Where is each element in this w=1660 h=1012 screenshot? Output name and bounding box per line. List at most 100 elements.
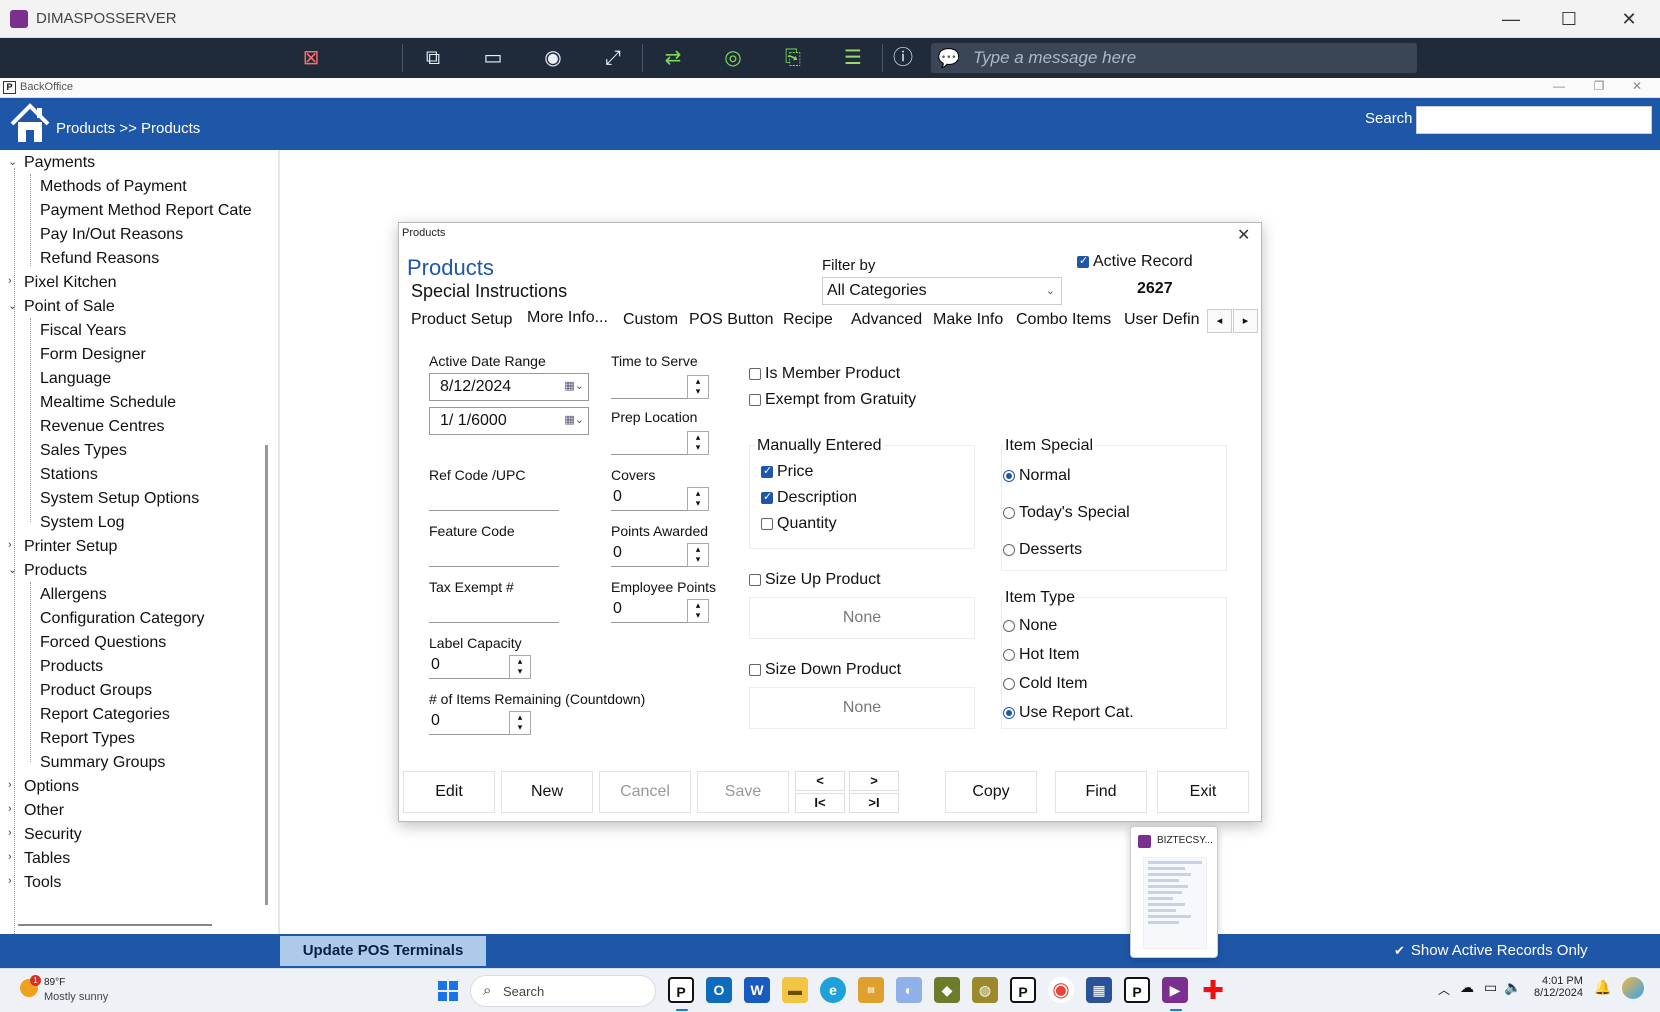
tree-node-other[interactable]: › Other <box>8 802 64 820</box>
file-explorer-icon[interactable]: ▬ <box>782 977 808 1003</box>
app-icon[interactable]: ◍ <box>972 977 998 1003</box>
employee-points-spinner[interactable]: ▴ ▾ <box>687 599 709 623</box>
copilot-icon[interactable] <box>1622 977 1644 999</box>
prep-location-input[interactable] <box>611 429 687 455</box>
tab-more-info[interactable]: More Info... <box>527 307 608 329</box>
previous-record-button[interactable]: < <box>795 771 845 791</box>
tree-node-printer-setup[interactable]: › Printer Setup <box>8 538 117 556</box>
tree-item[interactable]: Refund Reasons <box>40 250 159 268</box>
items-remaining-input[interactable]: 0 <box>429 709 509 735</box>
last-record-button[interactable]: >I <box>849 793 899 813</box>
file-transfer-icon[interactable]: ⎘ <box>780 45 806 71</box>
backoffice-restore-button[interactable]: ❐ <box>1584 79 1614 97</box>
maximize-button[interactable]: ☐ <box>1546 4 1592 34</box>
active-record-checkbox[interactable]: Active Record <box>1077 253 1193 271</box>
tree-node-payments[interactable]: ⌄ Payments <box>8 154 95 172</box>
tree-item[interactable]: Allergens <box>40 586 107 604</box>
radio-cold-item[interactable]: Cold Item <box>1003 675 1087 693</box>
items-remaining-spinner[interactable]: ▴ ▾ <box>509 711 531 735</box>
fullscreen-icon[interactable]: ⤢ <box>600 45 626 71</box>
tab-advanced[interactable]: Advanced <box>851 309 922 331</box>
minimize-button[interactable]: — <box>1488 4 1534 34</box>
disconnect-icon[interactable]: ⊠ <box>298 45 324 71</box>
pos-app-icon[interactable]: P <box>1010 977 1036 1003</box>
radio-normal[interactable]: Normal <box>1003 467 1071 485</box>
tab-custom[interactable]: Custom <box>623 309 678 331</box>
copy-button[interactable]: Copy <box>945 771 1037 813</box>
edit-button[interactable]: Edit <box>403 771 495 813</box>
calendar-dropdown-icon[interactable]: ▦⌄ <box>564 379 584 392</box>
windows-start-icon[interactable] <box>438 981 458 1001</box>
date-to-picker[interactable]: 1/ 1/6000 ▦⌄ <box>429 407 589 435</box>
tree-node-tools[interactable]: › Tools <box>8 874 61 892</box>
app-icon[interactable]: ✚ <box>1200 977 1226 1003</box>
size-down-product-select[interactable]: None <box>749 687 975 729</box>
tree-item[interactable]: System Setup Options <box>40 490 199 508</box>
employee-points-input[interactable]: 0 <box>611 597 687 623</box>
member-product-checkbox[interactable]: Is Member Product <box>749 365 900 383</box>
chevron-right-icon[interactable]: › <box>8 851 12 863</box>
tree-vertical-scrollbar[interactable] <box>265 445 268 905</box>
record-icon[interactable]: ◎ <box>720 45 746 71</box>
taskbar-clock[interactable]: 4:01 PM 8/12/2024 <box>1534 975 1583 999</box>
tree-item[interactable]: Payment Method Report Cate <box>40 202 252 220</box>
covers-input[interactable]: 0 <box>611 485 687 511</box>
tab-product-setup[interactable]: Product Setup <box>411 309 512 331</box>
tree-item[interactable]: Language <box>40 370 111 388</box>
first-record-button[interactable]: I< <box>795 793 845 813</box>
info-icon[interactable]: ⓘ <box>890 45 916 71</box>
date-from-picker[interactable]: 8/12/2024 ▦⌄ <box>429 373 589 401</box>
label-capacity-input[interactable]: 0 <box>429 653 509 679</box>
chat-icon[interactable]: 💬 <box>937 46 961 70</box>
prep-location-spinner[interactable]: ▴ ▾ <box>687 431 709 455</box>
app-icon[interactable]: ▤ <box>858 977 884 1003</box>
tree-item[interactable]: Configuration Category <box>40 610 205 628</box>
chevron-right-icon[interactable]: › <box>8 779 12 791</box>
chevron-right-icon[interactable]: › <box>8 803 12 815</box>
size-up-checkbox[interactable]: Size Up Product <box>749 571 881 589</box>
show-active-records-checkbox[interactable]: ✔ Show Active Records Only <box>1394 942 1588 959</box>
header-search-input[interactable] <box>1416 106 1652 134</box>
calendar-dropdown-icon[interactable]: ▦⌄ <box>564 413 584 426</box>
radio-desserts[interactable]: Desserts <box>1003 541 1082 559</box>
time-to-serve-input[interactable] <box>611 373 687 399</box>
tree-node-pixel-kitchen[interactable]: › Pixel Kitchen <box>8 274 117 292</box>
tree-item[interactable]: Revenue Centres <box>40 418 165 436</box>
tree-item[interactable]: Report Types <box>40 730 135 748</box>
chevron-up-icon[interactable]: ︿ <box>1438 981 1450 998</box>
taskbar-search[interactable]: ⌕ Search <box>470 975 656 1007</box>
chevron-right-icon[interactable]: › <box>8 539 12 551</box>
edge-icon[interactable]: e <box>820 977 846 1003</box>
tree-item[interactable]: Stations <box>40 466 98 484</box>
tree-item[interactable]: Sales Types <box>40 442 127 460</box>
pos-app-icon[interactable]: P <box>1124 977 1150 1003</box>
app-icon[interactable]: ◐ <box>896 977 922 1003</box>
points-awarded-spinner[interactable]: ▴ ▾ <box>687 543 709 567</box>
filter-select[interactable]: All Categories ⌄ <box>822 277 1062 305</box>
home-icon[interactable] <box>10 102 50 146</box>
chevron-right-icon[interactable]: › <box>8 275 12 287</box>
tab-recipe[interactable]: Recipe <box>783 309 833 331</box>
view-eye-icon[interactable]: ◉ <box>540 45 566 71</box>
price-checkbox[interactable]: Price <box>761 463 813 481</box>
size-down-checkbox[interactable]: Size Down Product <box>749 661 901 679</box>
covers-spinner[interactable]: ▴ ▾ <box>687 487 709 511</box>
backoffice-close-button[interactable]: ✕ <box>1622 79 1652 97</box>
chevron-right-icon[interactable]: › <box>8 875 12 887</box>
radio-hot-item[interactable]: Hot Item <box>1003 646 1079 664</box>
tree-item[interactable]: Fiscal Years <box>40 322 126 340</box>
cloud-icon[interactable]: ☁ <box>1460 979 1474 996</box>
tree-item[interactable]: Form Designer <box>40 346 146 364</box>
tree-node-security[interactable]: › Security <box>8 826 82 844</box>
volume-icon[interactable]: 🔈 <box>1504 979 1521 996</box>
tree-item[interactable]: Report Categories <box>40 706 170 724</box>
tree-item[interactable]: Pay In/Out Reasons <box>40 226 183 244</box>
close-window-button[interactable]: ✕ <box>1606 4 1652 34</box>
tree-item[interactable]: Products <box>40 658 103 676</box>
size-up-product-select[interactable]: None <box>749 597 975 639</box>
tab-user-defined[interactable]: User Defin <box>1124 309 1205 331</box>
word-icon[interactable]: W <box>744 977 770 1003</box>
radio-none[interactable]: None <box>1003 617 1057 635</box>
pos-app-icon[interactable]: P <box>668 977 694 1003</box>
tree-node-options[interactable]: › Options <box>8 778 79 796</box>
